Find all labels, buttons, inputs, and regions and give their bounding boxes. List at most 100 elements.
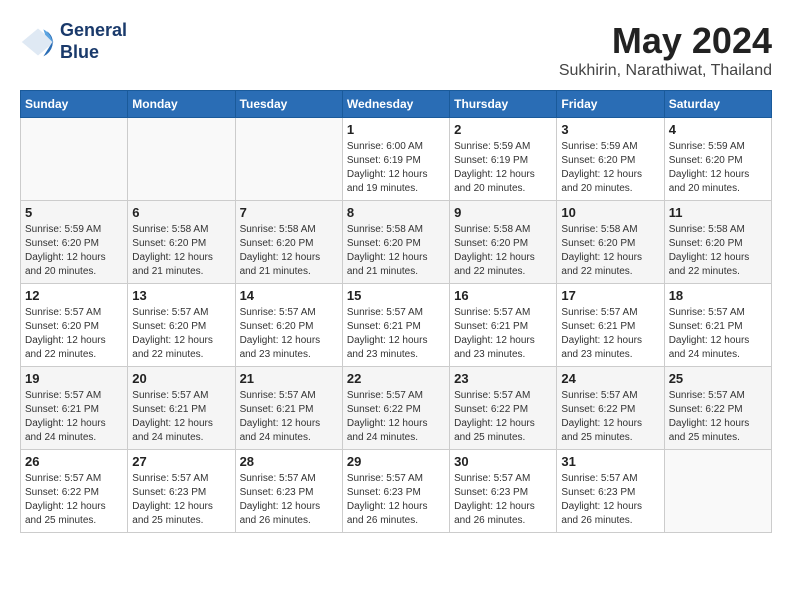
- day-number: 30: [454, 454, 552, 469]
- calendar-cell: 14Sunrise: 5:57 AMSunset: 6:20 PMDayligh…: [235, 284, 342, 367]
- day-info: Sunrise: 5:57 AMSunset: 6:22 PMDaylight:…: [454, 389, 552, 445]
- calendar-cell: 13 Sunrise: 5:57 AMSunset: 6:20 PMDayligh…: [128, 284, 235, 367]
- day-info: Sunrise: 5:58 AMSunset: 6:20 PMDaylight:…: [561, 223, 659, 279]
- calendar-cell: 15Sunrise: 5:57 AMSunset: 6:21 PMDayligh…: [342, 284, 449, 367]
- day-info: Sunrise: 5:59 AMSunset: 6:20 PMDaylight:…: [561, 140, 659, 196]
- day-header-thursday: Thursday: [450, 91, 557, 118]
- calendar-cell: 26 Sunrise: 5:57 AMSunset: 6:22 PMDayligh…: [21, 450, 128, 533]
- day-number: 10: [561, 205, 659, 220]
- day-info: Sunrise: 5:57 AMSunset: 6:21 PMDaylight:…: [454, 306, 552, 362]
- day-number: 7: [240, 205, 338, 220]
- day-number: 4: [669, 122, 767, 137]
- day-info: Sunrise: 5:57 AMSunset: 6:22 PMDaylight:…: [25, 472, 123, 528]
- day-number: 25: [669, 371, 767, 386]
- calendar-cell: 16 Sunrise: 5:57 AMSunset: 6:21 PMDayligh…: [450, 284, 557, 367]
- calendar-cell: 12 Sunrise: 5:57 AMSunset: 6:20 PMDayligh…: [21, 284, 128, 367]
- day-number: 26: [25, 454, 123, 469]
- day-number: 2: [454, 122, 552, 137]
- day-number: 8: [347, 205, 445, 220]
- day-info: Sunrise: 5:57 AMSunset: 6:22 PMDaylight:…: [669, 389, 767, 445]
- day-info: Sunrise: 5:57 AMSunset: 6:21 PMDaylight:…: [25, 389, 123, 445]
- calendar-cell: 31Sunrise: 5:57 AMSunset: 6:23 PMDayligh…: [557, 450, 664, 533]
- calendar-cell: 7 Sunrise: 5:58 AMSunset: 6:20 PMDaylight…: [235, 201, 342, 284]
- day-info: Sunrise: 5:57 AMSunset: 6:21 PMDaylight:…: [132, 389, 230, 445]
- calendar-week-row: 5Sunrise: 5:59 AMSunset: 6:20 PMDaylight…: [21, 201, 772, 284]
- day-number: 3: [561, 122, 659, 137]
- day-number: 11: [669, 205, 767, 220]
- day-number: 12: [25, 288, 123, 303]
- calendar-cell: 2 Sunrise: 5:59 AMSunset: 6:19 PMDaylight…: [450, 118, 557, 201]
- day-number: 23: [454, 371, 552, 386]
- day-number: 9: [454, 205, 552, 220]
- calendar-cell: 10 Sunrise: 5:58 AMSunset: 6:20 PMDayligh…: [557, 201, 664, 284]
- day-number: 20: [132, 371, 230, 386]
- logo-text: GeneralBlue: [60, 20, 127, 63]
- day-number: 29: [347, 454, 445, 469]
- day-info: Sunrise: 5:57 AMSunset: 6:20 PMDaylight:…: [132, 306, 230, 362]
- day-header-monday: Monday: [128, 91, 235, 118]
- day-header-tuesday: Tuesday: [235, 91, 342, 118]
- day-number: 6: [132, 205, 230, 220]
- day-info: Sunrise: 5:57 AMSunset: 6:23 PMDaylight:…: [454, 472, 552, 528]
- calendar-cell: 22 Sunrise: 5:57 AMSunset: 6:22 PMDayligh…: [342, 367, 449, 450]
- day-info: Sunrise: 5:57 AMSunset: 6:23 PMDaylight:…: [240, 472, 338, 528]
- day-info: Sunrise: 5:57 AMSunset: 6:22 PMDaylight:…: [561, 389, 659, 445]
- calendar-cell: [235, 118, 342, 201]
- day-number: 18: [669, 288, 767, 303]
- logo-icon: [20, 24, 56, 60]
- calendar-cell: 3 Sunrise: 5:59 AMSunset: 6:20 PMDaylight…: [557, 118, 664, 201]
- day-number: 28: [240, 454, 338, 469]
- calendar-header-row: SundayMondayTuesdayWednesdayThursdayFrid…: [21, 91, 772, 118]
- location-subtitle: Sukhirin, Narathiwat, Thailand: [559, 62, 772, 80]
- day-header-wednesday: Wednesday: [342, 91, 449, 118]
- day-number: 15: [347, 288, 445, 303]
- page-header: GeneralBlue May 2024 Sukhirin, Narathiwa…: [20, 20, 772, 80]
- day-info: Sunrise: 5:57 AMSunset: 6:20 PMDaylight:…: [240, 306, 338, 362]
- day-number: 24: [561, 371, 659, 386]
- day-info: Sunrise: 5:59 AMSunset: 6:19 PMDaylight:…: [454, 140, 552, 196]
- day-info: Sunrise: 5:59 AMSunset: 6:20 PMDaylight:…: [25, 223, 123, 279]
- calendar-cell: 11Sunrise: 5:58 AMSunset: 6:20 PMDayligh…: [664, 201, 771, 284]
- day-info: Sunrise: 5:58 AMSunset: 6:20 PMDaylight:…: [240, 223, 338, 279]
- calendar-week-row: 19Sunrise: 5:57 AMSunset: 6:21 PMDayligh…: [21, 367, 772, 450]
- calendar-cell: 4Sunrise: 5:59 AMSunset: 6:20 PMDaylight…: [664, 118, 771, 201]
- day-number: 16: [454, 288, 552, 303]
- day-number: 13: [132, 288, 230, 303]
- day-number: 17: [561, 288, 659, 303]
- day-info: Sunrise: 5:58 AMSunset: 6:20 PMDaylight:…: [454, 223, 552, 279]
- calendar-cell: 9 Sunrise: 5:58 AMSunset: 6:20 PMDaylight…: [450, 201, 557, 284]
- calendar-cell: 24 Sunrise: 5:57 AMSunset: 6:22 PMDayligh…: [557, 367, 664, 450]
- calendar-week-row: 26 Sunrise: 5:57 AMSunset: 6:22 PMDayligh…: [21, 450, 772, 533]
- day-header-saturday: Saturday: [664, 91, 771, 118]
- logo: GeneralBlue: [20, 20, 127, 63]
- calendar-cell: 19Sunrise: 5:57 AMSunset: 6:21 PMDayligh…: [21, 367, 128, 450]
- day-info: Sunrise: 5:57 AMSunset: 6:21 PMDaylight:…: [561, 306, 659, 362]
- calendar-cell: 5Sunrise: 5:59 AMSunset: 6:20 PMDaylight…: [21, 201, 128, 284]
- calendar-cell: 30 Sunrise: 5:57 AMSunset: 6:23 PMDayligh…: [450, 450, 557, 533]
- calendar-cell: 28 Sunrise: 5:57 AMSunset: 6:23 PMDayligh…: [235, 450, 342, 533]
- month-year-title: May 2024: [559, 20, 772, 62]
- title-block: May 2024 Sukhirin, Narathiwat, Thailand: [559, 20, 772, 80]
- day-number: 22: [347, 371, 445, 386]
- day-number: 21: [240, 371, 338, 386]
- day-info: Sunrise: 5:57 AMSunset: 6:20 PMDaylight:…: [25, 306, 123, 362]
- day-number: 31: [561, 454, 659, 469]
- calendar-week-row: 12 Sunrise: 5:57 AMSunset: 6:20 PMDayligh…: [21, 284, 772, 367]
- calendar-cell: 8Sunrise: 5:58 AMSunset: 6:20 PMDaylight…: [342, 201, 449, 284]
- day-info: Sunrise: 5:57 AMSunset: 6:23 PMDaylight:…: [347, 472, 445, 528]
- calendar-cell: 18 Sunrise: 5:57 AMSunset: 6:21 PMDayligh…: [664, 284, 771, 367]
- calendar-cell: 17 Sunrise: 5:57 AMSunset: 6:21 PMDayligh…: [557, 284, 664, 367]
- day-info: Sunrise: 5:57 AMSunset: 6:21 PMDaylight:…: [669, 306, 767, 362]
- calendar-week-row: 1Sunrise: 6:00 AMSunset: 6:19 PMDaylight…: [21, 118, 772, 201]
- calendar-cell: 1Sunrise: 6:00 AMSunset: 6:19 PMDaylight…: [342, 118, 449, 201]
- day-info: Sunrise: 6:00 AMSunset: 6:19 PMDaylight:…: [347, 140, 445, 196]
- day-info: Sunrise: 5:57 AMSunset: 6:23 PMDaylight:…: [132, 472, 230, 528]
- calendar-cell: 29 Sunrise: 5:57 AMSunset: 6:23 PMDayligh…: [342, 450, 449, 533]
- day-info: Sunrise: 5:57 AMSunset: 6:21 PMDaylight:…: [240, 389, 338, 445]
- calendar-cell: 23 Sunrise: 5:57 AMSunset: 6:22 PMDayligh…: [450, 367, 557, 450]
- day-info: Sunrise: 5:57 AMSunset: 6:22 PMDaylight:…: [347, 389, 445, 445]
- calendar-cell: 25 Sunrise: 5:57 AMSunset: 6:22 PMDayligh…: [664, 367, 771, 450]
- day-number: 27: [132, 454, 230, 469]
- calendar-cell: [664, 450, 771, 533]
- day-header-sunday: Sunday: [21, 91, 128, 118]
